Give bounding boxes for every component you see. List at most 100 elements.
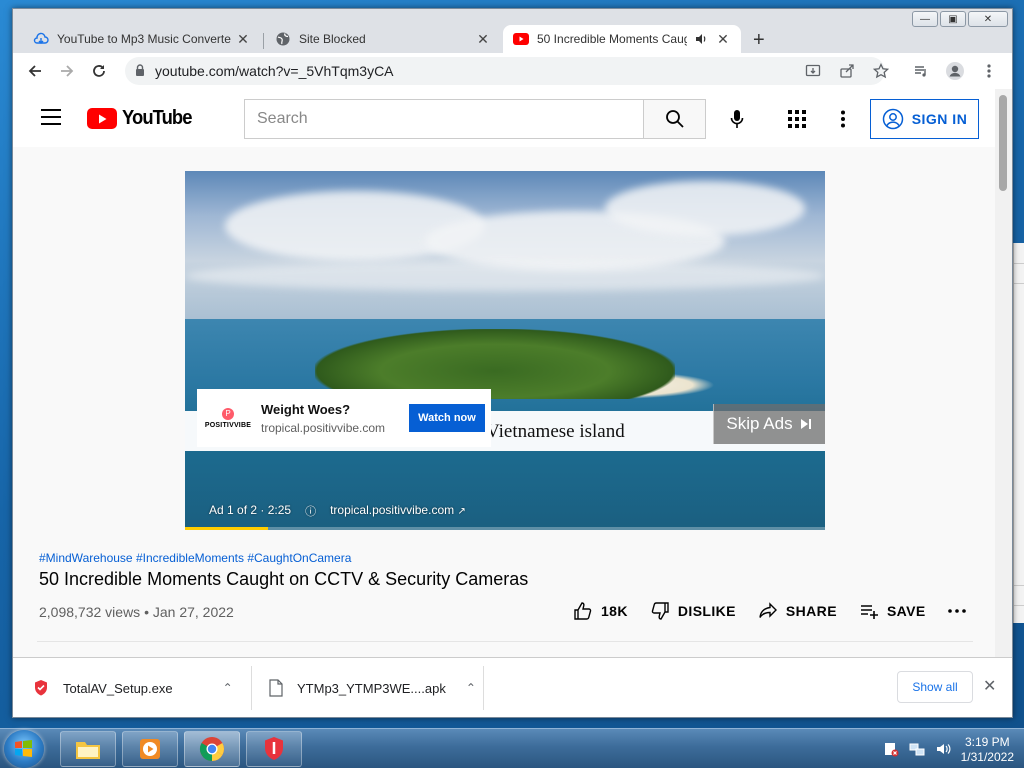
ad-meta-url[interactable]: tropical.positivvibe.com ↗	[330, 503, 466, 519]
content-divider	[37, 641, 973, 642]
video-title: 50 Incredible Moments Caught on CCTV & S…	[39, 569, 529, 589]
youtube-apps-button[interactable]	[779, 101, 815, 137]
download-item-totalav[interactable]: TotalAV_Setup.exe ⌃	[33, 658, 243, 718]
media-control-button[interactable]	[906, 57, 936, 85]
install-app-button[interactable]	[798, 57, 828, 85]
ad-url: tropical.positivvibe.com	[261, 420, 386, 435]
kebab-menu-icon	[841, 110, 845, 128]
tab-title: YouTube to Mp3 Music Converte	[57, 32, 231, 46]
tab-strip: YouTube to Mp3 Music Converte ✕ Site Blo…	[13, 21, 1012, 53]
profile-button[interactable]	[940, 57, 970, 85]
dislike-button[interactable]: DISLIKE	[650, 601, 736, 621]
more-actions-button[interactable]	[947, 609, 966, 613]
watch-now-button[interactable]: Watch now	[409, 404, 485, 432]
search-input[interactable]	[244, 99, 643, 139]
tab-youtube-active[interactable]: 50 Incredible Moments Caug ✕	[503, 25, 741, 53]
action-center-icon[interactable]	[883, 741, 899, 760]
clock-time: 3:19 PM	[964, 735, 1010, 749]
chrome-menu-button[interactable]	[974, 57, 1004, 85]
address-bar[interactable]: youtube.com/watch?v=_5VhTqm3yCA	[125, 57, 885, 85]
youtube-play-icon	[87, 108, 117, 129]
reload-icon	[93, 65, 105, 77]
taskbar-totalav[interactable]	[246, 731, 302, 767]
video-stats: 2,098,732 views • Jan 27, 2022	[39, 604, 234, 620]
taskbar-explorer[interactable]	[60, 731, 116, 767]
clock-date: 1/31/2022	[960, 750, 1014, 764]
tab-close-icon[interactable]: ✕	[235, 31, 251, 48]
volume-icon[interactable]	[935, 741, 951, 760]
shield-icon	[265, 737, 283, 760]
dislike-label: DISLIKE	[677, 603, 736, 619]
tab-close-icon[interactable]: ✕	[715, 31, 731, 48]
info-icon[interactable]: ⓘ	[305, 503, 316, 519]
lock-icon[interactable]	[135, 63, 145, 79]
thumbs-down-icon	[651, 602, 669, 620]
video-player[interactable]: Island in a remote Vietnamese island P P…	[185, 171, 825, 530]
settings-menu-button[interactable]	[825, 101, 861, 137]
media-player-icon	[140, 739, 160, 759]
reload-button[interactable]	[83, 57, 115, 85]
taskbar-chrome[interactable]	[184, 731, 240, 767]
share-button[interactable]: SHARE	[758, 601, 837, 621]
ad-overlay-card[interactable]: P POSITIVVIBE Weight Woes? tropical.posi…	[197, 389, 491, 447]
sign-in-button[interactable]: SIGN IN	[870, 99, 979, 139]
search-icon	[665, 110, 684, 128]
close-shelf-icon[interactable]: ✕	[983, 676, 996, 696]
youtube-wordmark: YouTube	[122, 107, 192, 129]
windows-taskbar: 3:19 PM 1/31/2022	[0, 728, 1024, 768]
new-tab-button[interactable]: +	[753, 29, 765, 52]
taskbar-media-player[interactable]	[122, 731, 178, 767]
skip-ads-button[interactable]: Skip Ads	[713, 404, 825, 444]
url-text: youtube.com/watch?v=_5VhTqm3yCA	[155, 63, 394, 79]
share-page-button[interactable]	[832, 57, 862, 85]
folder-icon	[76, 742, 100, 759]
tab-close-icon[interactable]: ✕	[475, 31, 491, 48]
chrome-icon	[199, 737, 224, 761]
star-icon	[873, 63, 889, 79]
account-circle-icon	[882, 108, 903, 130]
windows-logo-icon	[15, 740, 32, 757]
search-button[interactable]	[643, 99, 706, 139]
arrow-left-icon	[28, 65, 41, 77]
apps-grid-icon	[788, 110, 806, 128]
avatar-icon	[946, 62, 964, 80]
sign-in-label: SIGN IN	[911, 111, 968, 127]
speaker-icon[interactable]	[693, 31, 709, 47]
page-scrollbar[interactable]	[995, 89, 1012, 657]
brand-dot-icon: P	[222, 407, 234, 420]
forward-button[interactable]	[51, 57, 83, 85]
microphone-icon	[730, 110, 744, 128]
shield-icon	[35, 680, 47, 696]
chevron-up-icon[interactable]: ⌃	[223, 681, 233, 695]
bookmark-button[interactable]	[866, 57, 896, 85]
like-button[interactable]: 18K	[573, 601, 628, 621]
system-clock[interactable]: 3:19 PM 1/31/2022	[961, 735, 1014, 765]
save-button[interactable]: SAVE	[859, 601, 926, 621]
ad-progress-bar[interactable]	[185, 527, 825, 530]
ad-text: Weight Woes? tropical.positivvibe.com	[261, 402, 409, 435]
youtube-logo[interactable]: YouTube	[87, 107, 195, 130]
horizontal-dots-icon	[947, 609, 966, 613]
network-icon[interactable]	[909, 741, 925, 760]
download-filename: YTMp3_YTMP3WE....apk	[297, 680, 446, 696]
share-icon	[840, 64, 854, 78]
download-filename: TotalAV_Setup.exe	[63, 680, 173, 696]
share-arrow-icon	[759, 602, 777, 618]
chevron-up-icon[interactable]: ⌃	[466, 681, 476, 695]
tab-ytmp3[interactable]: YouTube to Mp3 Music Converte ✕	[23, 25, 261, 53]
start-button[interactable]	[4, 730, 44, 768]
download-item-ytmp3[interactable]: YTMp3_YTMP3WE....apk ⌃	[269, 658, 481, 718]
external-link-icon: ↗	[457, 506, 466, 517]
video-actions: 18K DISLIKE SHARE SAVE	[573, 601, 966, 621]
video-hashtags[interactable]: #MindWarehouse #IncredibleMoments #Caugh…	[39, 551, 351, 565]
scrollbar-thumb[interactable]	[999, 95, 1007, 191]
hamburger-menu-icon[interactable]	[41, 109, 61, 130]
tab-title: 50 Incredible Moments Caug	[537, 32, 687, 46]
youtube-icon	[513, 31, 529, 47]
globe-icon	[275, 31, 291, 47]
show-all-button[interactable]: Show all	[897, 671, 973, 703]
back-button[interactable]	[19, 57, 51, 85]
ad-meta: Ad 1 of 2 · 2:25 ⓘ tropical.positivvibe.…	[209, 503, 466, 519]
tab-site-blocked[interactable]: Site Blocked ✕	[265, 25, 501, 53]
voice-search-button[interactable]	[719, 101, 755, 137]
